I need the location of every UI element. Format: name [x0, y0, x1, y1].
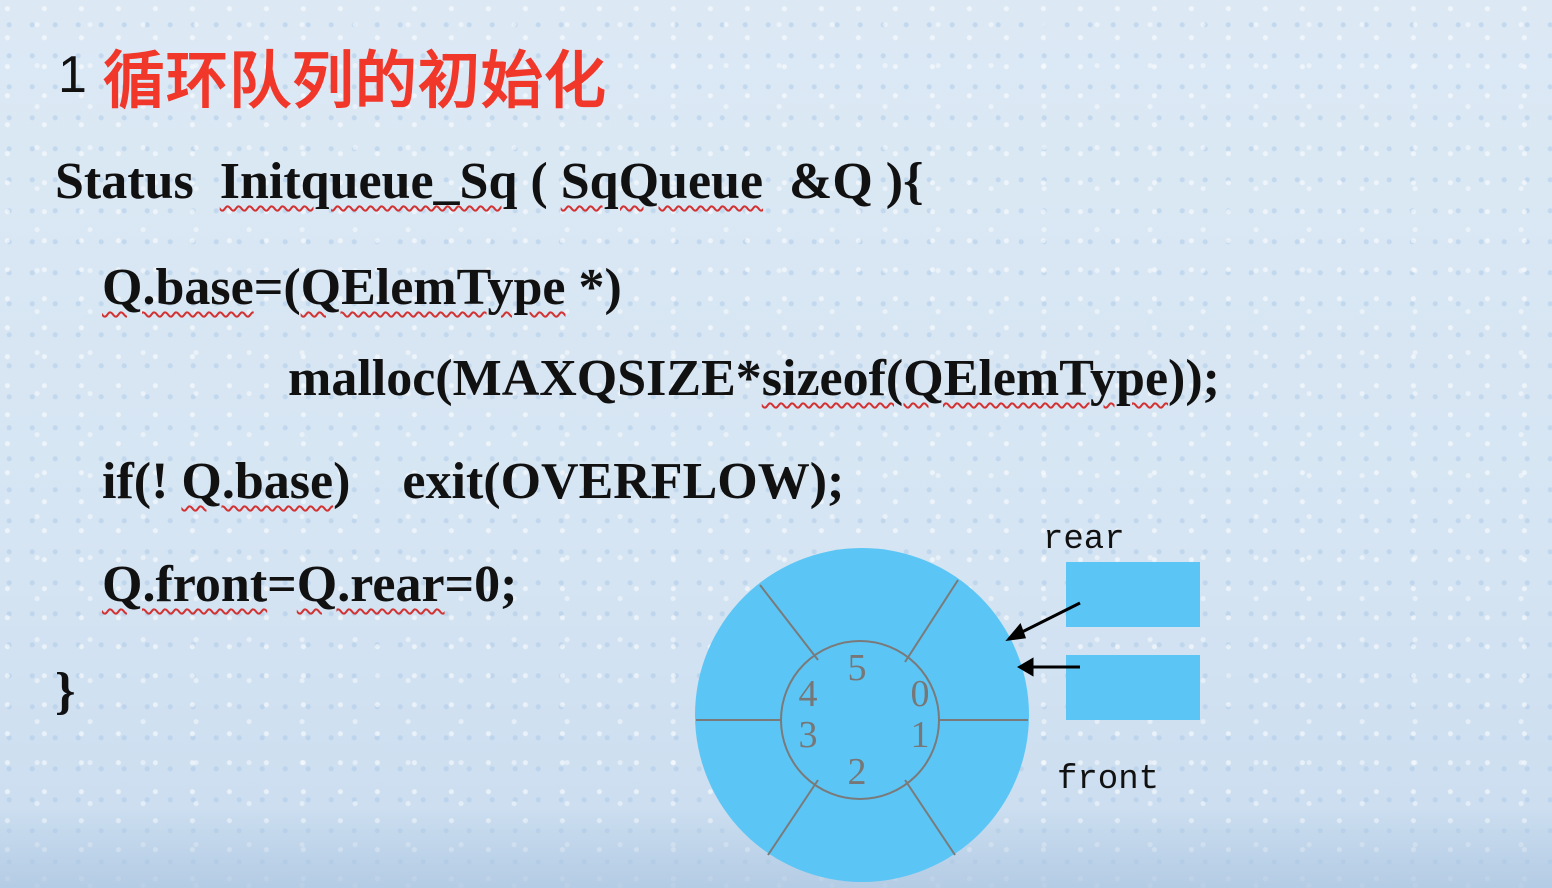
circular-queue-diagram: 5 0 1 2 3 4 rear front [695, 521, 1200, 882]
slot-label: 5 [848, 647, 867, 689]
rear-arrow-head [1005, 623, 1027, 642]
slot-label: 0 [911, 673, 930, 715]
slot-label: 3 [799, 714, 818, 756]
front-pointer-box [1066, 655, 1200, 720]
front-label: front [1057, 761, 1159, 799]
slot-label: 1 [911, 714, 930, 756]
rear-pointer-box [1066, 562, 1200, 627]
slot-label: 2 [848, 751, 867, 793]
queue-ring [695, 548, 1029, 882]
rear-label: rear [1043, 521, 1125, 559]
slot-label: 4 [799, 673, 818, 715]
